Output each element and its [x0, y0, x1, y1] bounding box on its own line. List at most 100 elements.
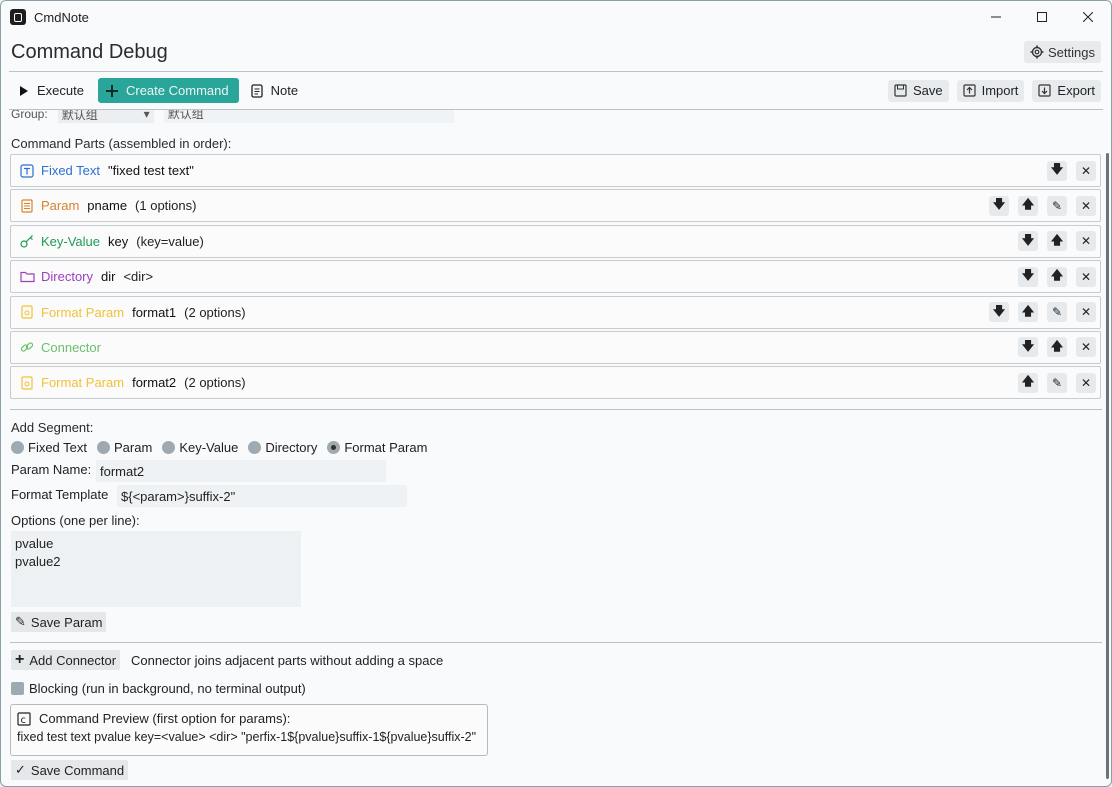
- folder-icon: [19, 269, 35, 285]
- close-window-button[interactable]: [1065, 1, 1111, 33]
- blocking-checkbox[interactable]: [11, 682, 24, 695]
- move-down-button[interactable]: 🡇: [1018, 231, 1038, 252]
- radio-directory[interactable]: Directory: [248, 440, 317, 455]
- save-param-label: Save Param: [30, 614, 103, 630]
- chevron-down-icon: ▾: [143, 110, 150, 121]
- save-command-button[interactable]: ✓ Save Command: [11, 760, 129, 780]
- move-down-button[interactable]: 🡇: [1018, 337, 1038, 358]
- plus-icon: +: [15, 651, 25, 668]
- delete-part-button[interactable]: ✕: [1076, 195, 1096, 216]
- close-icon: ✕: [1080, 163, 1092, 178]
- part-name: format1: [132, 304, 177, 320]
- move-down-button[interactable]: 🡇: [1018, 266, 1038, 287]
- note-label: Note: [270, 83, 299, 98]
- close-icon: [1083, 12, 1093, 22]
- part-row: Format Param format2 (2 options) 🡅 ✎ ✕: [10, 366, 1101, 400]
- move-down-button[interactable]: 🡇: [989, 302, 1009, 323]
- blocking-checkbox-row[interactable]: Blocking (run in background, no terminal…: [11, 681, 306, 696]
- maximize-button[interactable]: [1019, 1, 1065, 33]
- part-type: Format Param: [41, 375, 125, 391]
- delete-part-button[interactable]: ✕: [1076, 337, 1096, 358]
- part-type: Key-Value: [41, 233, 101, 249]
- move-up-button[interactable]: 🡅: [1047, 337, 1067, 358]
- format-icon: [19, 375, 35, 391]
- part-actions: 🡇 🡅 ✕: [1018, 337, 1100, 358]
- import-icon: [962, 84, 976, 97]
- note-button[interactable]: Note: [243, 78, 308, 103]
- close-icon: ✕: [1080, 198, 1092, 213]
- part-type: Format Param: [41, 304, 125, 320]
- settings-button[interactable]: Settings: [1024, 41, 1101, 63]
- export-icon: [1038, 84, 1052, 97]
- edit-part-button[interactable]: ✎: [1047, 372, 1067, 393]
- part-name: pname: [87, 198, 128, 214]
- move-up-button[interactable]: 🡅: [1047, 231, 1067, 252]
- execute-button[interactable]: Execute: [11, 78, 94, 103]
- edit-part-button[interactable]: ✎: [1047, 302, 1067, 323]
- radio-icon: [11, 441, 24, 454]
- arrow-down-icon: 🡇: [1021, 338, 1035, 353]
- format-template-input[interactable]: ${<param>}suffix-2": [117, 485, 407, 507]
- save-label: Save: [912, 83, 943, 98]
- move-down-button[interactable]: 🡇: [1047, 160, 1067, 181]
- delete-part-button[interactable]: ✕: [1076, 266, 1096, 287]
- radio-fixed-text[interactable]: Fixed Text: [11, 440, 87, 455]
- import-button[interactable]: Import: [956, 79, 1025, 102]
- delete-part-button[interactable]: ✕: [1076, 231, 1096, 252]
- import-label: Import: [981, 83, 1019, 98]
- part-actions: 🡇 🡅 ✎ ✕: [989, 195, 1100, 216]
- part-type: Directory: [41, 269, 94, 285]
- create-command-button[interactable]: Create Command: [97, 78, 239, 103]
- close-icon: ✕: [1080, 305, 1092, 320]
- part-name: key: [108, 233, 129, 249]
- radio-format-param[interactable]: Format Param: [327, 440, 427, 455]
- add-segment-label: Add Segment:: [11, 420, 94, 435]
- toolbar: Execute Create Command Note Save Import …: [1, 72, 1111, 109]
- scrollbar[interactable]: [1106, 153, 1109, 779]
- delete-part-button[interactable]: ✕: [1076, 302, 1096, 323]
- parts-header: Command Parts (assembled in order):: [11, 136, 232, 151]
- delete-part-button[interactable]: ✕: [1076, 372, 1096, 393]
- check-icon: ✓: [15, 762, 26, 777]
- move-up-button[interactable]: 🡅: [1047, 266, 1067, 287]
- app-logo-icon: [10, 9, 26, 25]
- move-up-button[interactable]: 🡅: [1018, 195, 1038, 216]
- group-input[interactable]: 默认组: [163, 110, 454, 123]
- list-icon: [19, 198, 35, 214]
- part-extra: (1 options): [135, 198, 197, 214]
- group-row: Group: 默认组 ▾ 默认组: [11, 110, 454, 124]
- create-command-label: Create Command: [125, 83, 229, 98]
- save-button[interactable]: Save: [887, 79, 949, 102]
- radio-key-value[interactable]: Key-Value: [162, 440, 238, 455]
- add-connector-button[interactable]: + Add Connector: [11, 650, 121, 670]
- blocking-label: Blocking (run in background, no terminal…: [29, 681, 306, 696]
- connector-hint: Connector joins adjacent parts without a…: [131, 653, 444, 668]
- pencil-icon: ✎: [15, 614, 26, 629]
- page-header: Command Debug Settings: [1, 33, 1111, 71]
- delete-part-button[interactable]: ✕: [1076, 160, 1096, 181]
- move-down-button[interactable]: 🡇: [989, 195, 1009, 216]
- export-button[interactable]: Export: [1032, 79, 1101, 102]
- options-label: Options (one per line):: [11, 513, 140, 528]
- part-type: Fixed Text: [41, 163, 101, 178]
- plus-icon: [105, 84, 118, 97]
- param-name-input[interactable]: format2: [96, 460, 386, 482]
- minimize-button[interactable]: [973, 1, 1019, 33]
- command-preview: c Command Preview (first option for para…: [10, 704, 488, 756]
- radio-param[interactable]: Param: [97, 440, 152, 455]
- radio-icon: [97, 441, 111, 454]
- edit-part-button[interactable]: ✎: [1047, 195, 1067, 216]
- radio-label: Key-Value: [179, 440, 239, 455]
- group-select[interactable]: 默认组 ▾: [57, 110, 154, 123]
- move-up-button[interactable]: 🡅: [1018, 302, 1038, 323]
- save-param-button[interactable]: ✎ Save Param: [11, 612, 107, 632]
- part-extra: (2 options): [184, 375, 246, 391]
- move-up-button[interactable]: 🡅: [1018, 372, 1038, 393]
- maximize-icon: [1037, 12, 1047, 22]
- part-name: "fixed test text": [108, 163, 194, 178]
- arrow-down-icon: 🡇: [1021, 232, 1035, 247]
- arrow-up-icon: 🡅: [1021, 197, 1035, 212]
- arrow-down-icon: 🡇: [1021, 268, 1035, 283]
- svg-text:c: c: [21, 715, 27, 726]
- options-textarea[interactable]: pvalue pvalue2: [11, 531, 301, 607]
